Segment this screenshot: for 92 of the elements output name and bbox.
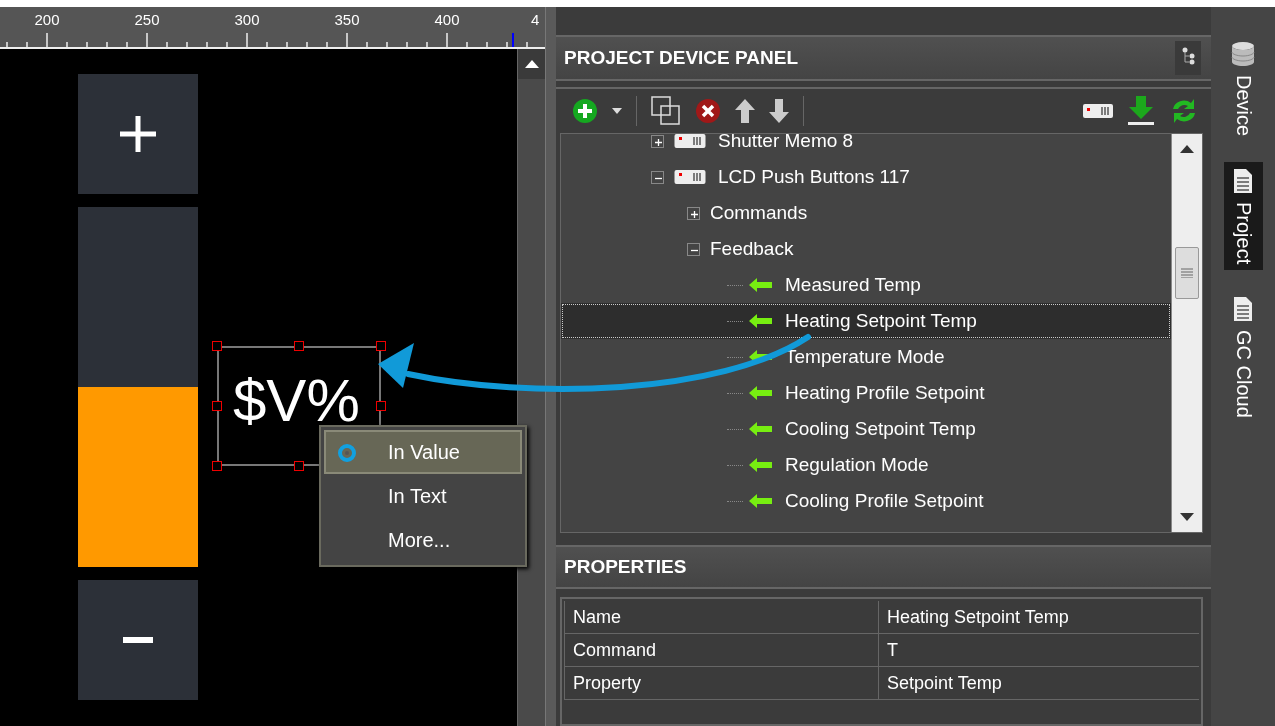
side-tab[interactable]: GC Cloud xyxy=(1223,290,1263,425)
left-arrow-icon xyxy=(747,277,773,293)
tree-item-label: Feedback xyxy=(710,238,794,260)
tree-item-label: Commands xyxy=(710,202,808,224)
panel-title: PROJECT DEVICE PANEL xyxy=(564,47,799,69)
resize-handle[interactable] xyxy=(376,341,386,351)
side-tab[interactable]: Device xyxy=(1223,35,1263,143)
property-name: Property xyxy=(564,667,878,699)
document-icon xyxy=(1232,296,1254,323)
move-down-button[interactable] xyxy=(769,99,789,123)
slider-track[interactable] xyxy=(78,207,198,567)
left-arrow-icon xyxy=(747,421,773,437)
resize-handle[interactable] xyxy=(294,461,304,471)
tree-item-label: Heating Setpoint Temp xyxy=(785,310,977,332)
scrollbar[interactable] xyxy=(1171,134,1202,532)
tree-item-label: Cooling Profile Setpoint xyxy=(785,490,984,512)
copy-button[interactable] xyxy=(651,96,681,126)
scrollbar-thumb[interactable] xyxy=(1175,247,1199,299)
property-name: Command xyxy=(564,634,878,666)
add-button[interactable] xyxy=(572,98,598,124)
tree-item[interactable]: Commands xyxy=(561,195,1171,231)
tree-structure-icon[interactable] xyxy=(1181,47,1195,65)
expand-icon[interactable] xyxy=(651,134,664,148)
device-icon xyxy=(1083,104,1113,118)
delete-icon xyxy=(695,98,721,124)
document-icon xyxy=(1232,168,1254,195)
tree-item[interactable]: Measured Temp xyxy=(561,267,1171,303)
side-tab[interactable]: Project xyxy=(1223,162,1263,271)
device-button[interactable] xyxy=(1083,104,1113,118)
resize-handle[interactable] xyxy=(376,401,386,411)
left-arrow-icon xyxy=(747,313,773,329)
resize-handle[interactable] xyxy=(212,461,222,471)
tree-item[interactable]: Heating Profile Setpoint xyxy=(561,375,1171,411)
tree-item-label: Temperature Mode xyxy=(785,346,945,368)
ruler-label: 350 xyxy=(333,10,361,28)
ruler-label: 400 xyxy=(433,10,461,28)
move-up-button[interactable] xyxy=(735,99,755,123)
tree-item-label: LCD Push Buttons 117 xyxy=(718,166,910,188)
tree-item[interactable]: Regulation Mode xyxy=(561,447,1171,483)
delete-button[interactable] xyxy=(695,98,721,124)
device-icon xyxy=(674,169,706,185)
minus-icon xyxy=(123,636,153,644)
down-triangle-icon xyxy=(1180,513,1194,521)
ruler-label: 200 xyxy=(33,10,61,28)
tree-item-label: Cooling Setpoint Temp xyxy=(785,418,976,440)
scroll-up-button[interactable] xyxy=(518,49,545,79)
radio-dot-icon xyxy=(338,444,356,462)
caret-icon xyxy=(612,108,622,114)
tree-item[interactable]: Cooling Setpoint Temp xyxy=(561,411,1171,447)
plus-button[interactable] xyxy=(78,74,198,194)
tree-item[interactable]: Cooling Profile Setpoint xyxy=(561,483,1171,519)
up-triangle-icon xyxy=(1180,145,1194,153)
collapse-icon[interactable] xyxy=(687,242,700,256)
tree-item-label: Regulation Mode xyxy=(785,454,929,476)
download-button[interactable] xyxy=(1127,96,1155,126)
ruler-label: 250 xyxy=(133,10,161,28)
expand-icon[interactable] xyxy=(687,206,700,220)
ruler-label: 4 xyxy=(531,10,540,28)
database-icon xyxy=(1231,41,1255,67)
down-arrow-icon xyxy=(769,99,789,123)
tree-item-label: Shutter Memo 8 xyxy=(718,134,854,152)
property-name: Name xyxy=(564,601,878,633)
property-value[interactable]: T xyxy=(878,634,1199,666)
left-arrow-icon xyxy=(747,457,773,473)
resize-handle[interactable] xyxy=(212,401,222,411)
download-icon xyxy=(1127,96,1155,126)
resize-handle[interactable] xyxy=(294,341,304,351)
tree-item[interactable]: Shutter Memo 8 xyxy=(561,134,1171,159)
menu-item[interactable]: More... xyxy=(324,518,522,562)
menu-item[interactable]: In Value xyxy=(324,430,522,474)
left-arrow-icon xyxy=(747,385,773,401)
tree-item[interactable]: Heating Setpoint Temp xyxy=(561,303,1171,339)
property-value[interactable]: Heating Setpoint Temp xyxy=(878,601,1199,633)
copy-icon xyxy=(651,96,681,126)
up-triangle-icon xyxy=(524,60,539,68)
property-value[interactable]: Setpoint Temp xyxy=(878,667,1199,699)
plus-icon xyxy=(118,114,158,154)
tree-item-label: Measured Temp xyxy=(785,274,921,296)
collapse-icon[interactable] xyxy=(651,170,664,184)
device-icon xyxy=(674,134,706,149)
up-arrow-icon xyxy=(735,99,755,123)
tree-item[interactable]: Feedback xyxy=(561,231,1171,267)
ruler-label: 300 xyxy=(233,10,261,28)
left-arrow-icon xyxy=(747,493,773,509)
resize-handle[interactable] xyxy=(212,341,222,351)
menu-item[interactable]: In Text xyxy=(324,474,522,518)
tree-item-label: Heating Profile Setpoint xyxy=(785,382,985,404)
grip-icon xyxy=(1181,268,1193,278)
add-icon xyxy=(572,98,598,124)
properties-title: PROPERTIES xyxy=(564,556,687,578)
dropdown-button[interactable] xyxy=(612,108,622,114)
tree-item[interactable]: LCD Push Buttons 117 xyxy=(561,159,1171,195)
